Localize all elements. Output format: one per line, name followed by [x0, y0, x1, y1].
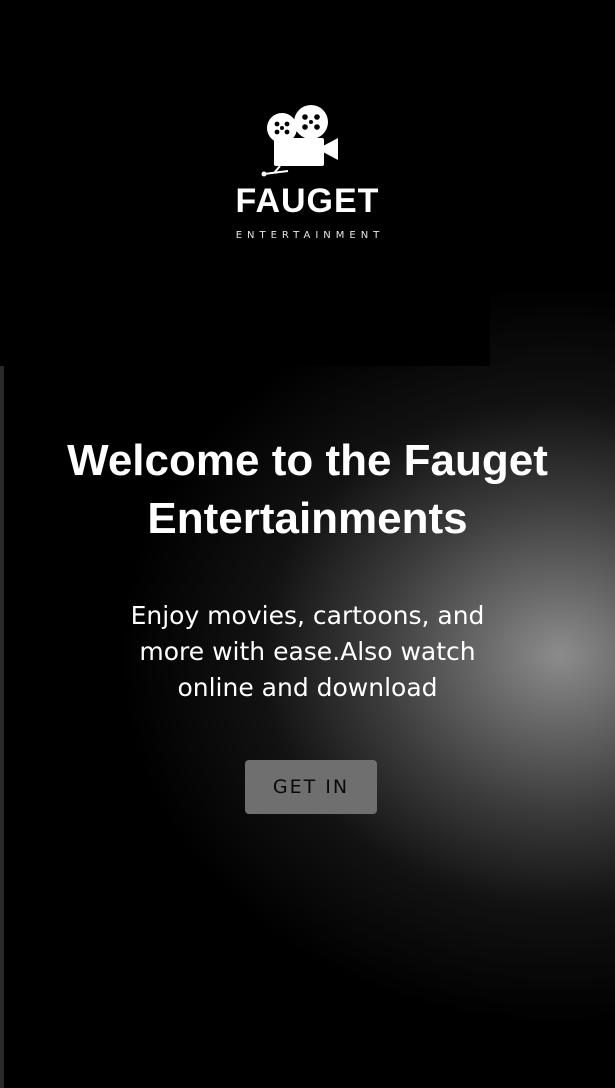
- brand-tagline: ENTERTAINMENT: [235, 230, 385, 241]
- welcome-subtitle: Enjoy movies, cartoons, and more with ea…: [130, 601, 485, 702]
- brand-name: FAUGET: [235, 182, 380, 220]
- welcome-screen: FAUGET ENTERTAINMENT Welcome to the Faug…: [0, 0, 615, 1088]
- brand-logo: FAUGET ENTERTAINMENT: [0, 100, 615, 241]
- welcome-title: Welcome to the Fauget Entertainments: [67, 436, 548, 543]
- get-in-button[interactable]: GET IN: [245, 760, 377, 814]
- movie-camera-icon: [261, 105, 338, 177]
